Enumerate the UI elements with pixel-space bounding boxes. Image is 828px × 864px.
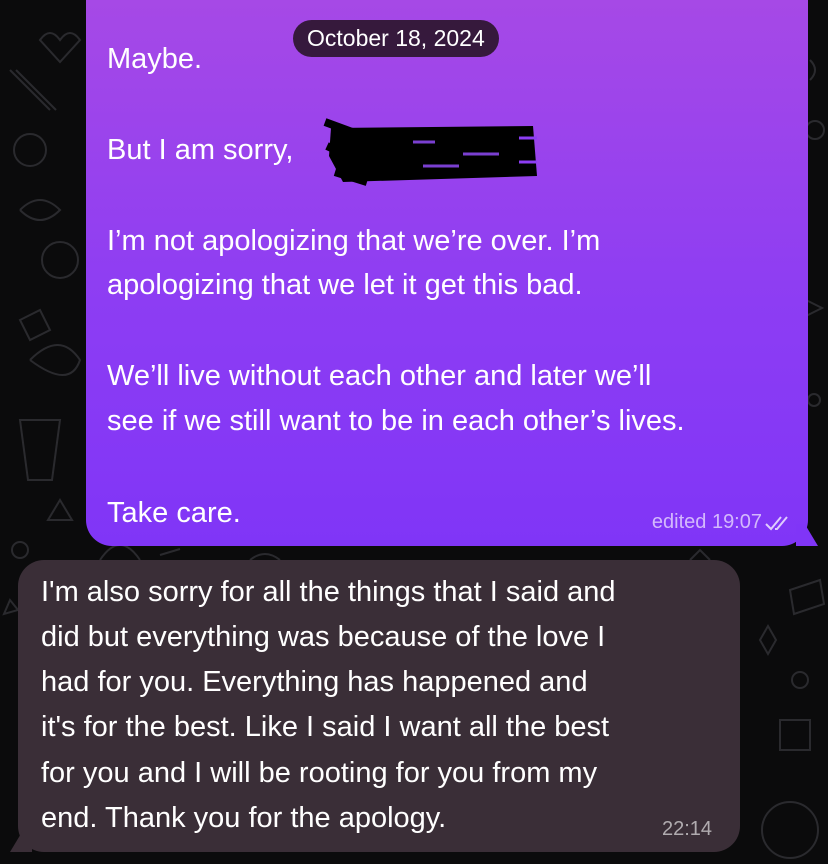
incoming-message-time: 22:14 bbox=[662, 818, 713, 840]
outgoing-message-line: see if we still want to be in each other… bbox=[107, 405, 685, 437]
incoming-message-line: did but everything was because of the lo… bbox=[41, 621, 606, 653]
outgoing-message-status: edited 19:07 bbox=[652, 508, 794, 536]
incoming-message-line: I'm also sorry for all the things that I… bbox=[41, 576, 616, 608]
incoming-message-line: had for you. Everything has happened and bbox=[41, 666, 588, 698]
outgoing-message-line: Maybe. bbox=[107, 43, 203, 75]
outgoing-message-line: But I am sorry, bbox=[107, 134, 294, 166]
incoming-message-line: end. Thank you for the apology. bbox=[41, 802, 447, 834]
date-header-badge: October 18, 2024 bbox=[293, 20, 499, 57]
outgoing-message-line: apologizing that we let it get this bad. bbox=[107, 269, 583, 301]
edited-timestamp: edited 19:07 bbox=[651, 511, 762, 533]
outgoing-message-line: We’ll live without each other and later … bbox=[107, 360, 652, 392]
outgoing-message-line: Take care. bbox=[107, 497, 241, 529]
outgoing-message-line: I’m not apologizing that we’re over. I’m bbox=[107, 225, 601, 257]
incoming-message-line: it's for the best. Like I said I want al… bbox=[41, 711, 610, 743]
double-check-icon bbox=[765, 516, 788, 531]
incoming-message-line: for you and I will be rooting for you fr… bbox=[41, 757, 598, 789]
redaction-scribble bbox=[323, 118, 537, 186]
